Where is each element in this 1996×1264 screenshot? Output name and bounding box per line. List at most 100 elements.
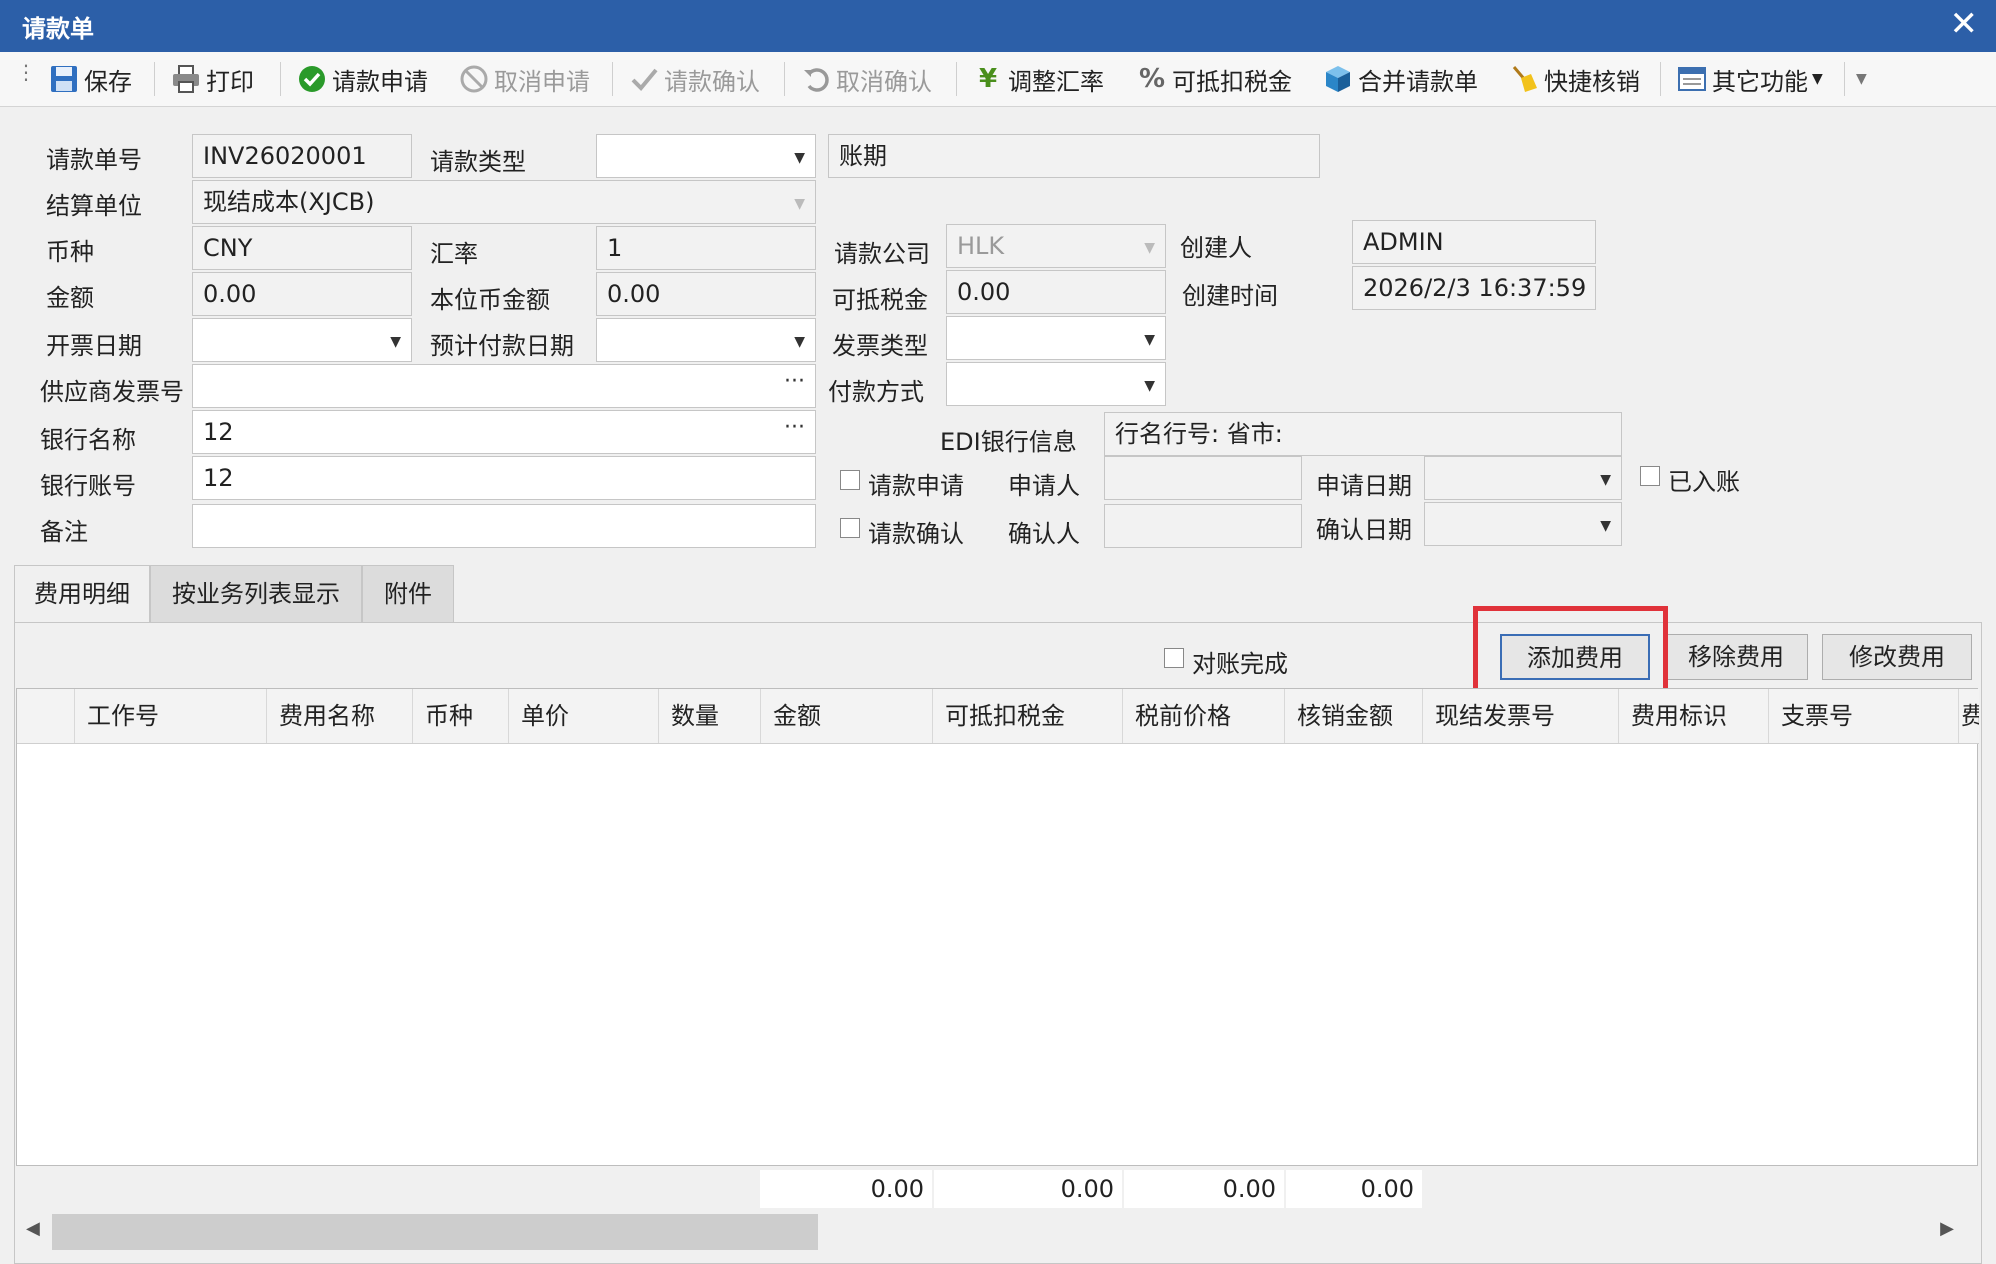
- apply-date-picker[interactable]: ▼: [1424, 456, 1622, 500]
- toolbar-separator: [612, 62, 613, 96]
- cube-icon: [1322, 63, 1354, 95]
- column-header[interactable]: 税前价格: [1123, 689, 1285, 743]
- expected-pay-date-label: 预计付款日期: [430, 332, 574, 360]
- company-value: HLK: [957, 232, 1005, 260]
- bank-name-field[interactable]: 12 ···: [192, 410, 816, 454]
- applicant-field[interactable]: [1104, 456, 1302, 500]
- settle-unit-label: 结算单位: [46, 192, 142, 220]
- add-fee-button[interactable]: 添加费用: [1500, 634, 1650, 680]
- other-functions-menu[interactable]: 其它功能 ▼: [1676, 58, 1823, 100]
- currency-label: 币种: [46, 238, 94, 266]
- close-icon[interactable]: ✕: [1950, 4, 1979, 44]
- column-header[interactable]: 工作号: [75, 689, 267, 743]
- edi-bank-label: EDI银行信息: [940, 428, 1077, 456]
- save-button[interactable]: 保存: [48, 58, 132, 100]
- deduct-tax-field[interactable]: 0.00: [946, 270, 1166, 314]
- local-amount-label: 本位币金额: [430, 286, 550, 314]
- quick-writeoff-button[interactable]: 快捷核销: [1508, 58, 1640, 100]
- creator-field[interactable]: ADMIN: [1352, 220, 1596, 264]
- ellipsis-icon[interactable]: ···: [784, 365, 805, 403]
- apply-checkbox[interactable]: [840, 470, 860, 490]
- posted-checkbox[interactable]: [1640, 466, 1660, 486]
- confirm-date-picker[interactable]: ▼: [1424, 502, 1622, 546]
- column-header[interactable]: 现结发票号: [1423, 689, 1619, 743]
- toolbar-overflow-chevron-icon[interactable]: ▼: [1856, 58, 1867, 100]
- scrollbar-thumb[interactable]: [52, 1214, 818, 1250]
- confirm-label: 请款确认: [664, 67, 760, 96]
- confirm-button[interactable]: 请款确认: [628, 58, 760, 100]
- deductible-tax-label: 可抵扣税金: [1172, 67, 1292, 96]
- invoice-no-field[interactable]: INV26020001: [192, 134, 412, 178]
- horizontal-scrollbar[interactable]: ◀ ▶: [16, 1212, 1978, 1252]
- ellipsis-icon[interactable]: ···: [784, 411, 805, 449]
- scroll-right-icon[interactable]: ▶: [1940, 1218, 1954, 1239]
- quick-writeoff-label: 快捷核销: [1544, 67, 1640, 96]
- request-form-window: 请款单 ✕ ⋮ 保存 打印 请款申请 取消申请 请款确认 取消确认 ¥ 调整汇率…: [0, 0, 1996, 1264]
- scroll-left-icon[interactable]: ◀: [26, 1218, 40, 1239]
- supplier-invoice-field[interactable]: ···: [192, 364, 816, 408]
- toolbar-separator: [154, 62, 155, 96]
- apply-date-label: 申请日期: [1316, 472, 1412, 500]
- deduct-tax-label: 可抵税金: [832, 286, 928, 314]
- amount-field[interactable]: 0.00: [192, 272, 412, 316]
- created-time-field[interactable]: 2026/2/3 16:37:59: [1352, 266, 1596, 310]
- column-header[interactable]: 支票号: [1769, 689, 1959, 743]
- deductible-tax-button[interactable]: % 可抵扣税金: [1136, 58, 1292, 100]
- fee-grid[interactable]: 工作号 费用名称 币种 单价 数量 金额 可抵扣税金 税前价格 核销金额 现结发…: [16, 688, 1979, 1166]
- tab-fee-details[interactable]: 费用明细: [14, 565, 150, 625]
- tab-attachments[interactable]: 附件: [362, 565, 454, 623]
- column-header[interactable]: 费用名称: [267, 689, 413, 743]
- supplier-invoice-label: 供应商发票号: [40, 378, 184, 406]
- title-bar: 请款单 ✕: [0, 0, 1996, 52]
- total-deductible-tax: 0.00: [934, 1170, 1122, 1208]
- edi-bank-field[interactable]: 行名行号: 省市:: [1104, 412, 1622, 456]
- column-header[interactable]: 数量: [659, 689, 761, 743]
- cancel-confirm-button[interactable]: 取消确认: [800, 58, 932, 100]
- reconciled-checkbox[interactable]: [1164, 648, 1184, 668]
- cancel-apply-button[interactable]: 取消申请: [458, 58, 590, 100]
- invoice-type-select[interactable]: ▼: [946, 316, 1166, 360]
- column-header[interactable]: 核销金额: [1285, 689, 1423, 743]
- adjust-rate-button[interactable]: ¥ 调整汇率: [972, 58, 1104, 100]
- invoice-date-picker[interactable]: ▼: [192, 318, 412, 362]
- column-header[interactable]: 单价: [509, 689, 659, 743]
- term-field[interactable]: 账期: [828, 134, 1320, 178]
- edit-fee-button[interactable]: 修改费用: [1822, 634, 1972, 680]
- applicant-label: 申请人: [1008, 472, 1080, 500]
- merge-button[interactable]: 合并请款单: [1322, 58, 1478, 100]
- bank-name-label: 银行名称: [40, 426, 136, 454]
- currency-field[interactable]: CNY: [192, 226, 412, 270]
- posted-label: 已入账: [1668, 468, 1740, 496]
- row-indicator-header: [17, 689, 75, 743]
- exchange-rate-field[interactable]: 1: [596, 226, 816, 270]
- creator-label: 创建人: [1180, 234, 1252, 262]
- column-header[interactable]: 费: [1959, 689, 1979, 743]
- pay-method-select[interactable]: ▼: [946, 362, 1166, 406]
- local-amount-field[interactable]: 0.00: [596, 272, 816, 316]
- invoice-date-label: 开票日期: [46, 332, 142, 360]
- column-header[interactable]: 可抵扣税金: [933, 689, 1123, 743]
- column-header[interactable]: 金额: [761, 689, 933, 743]
- print-button[interactable]: 打印: [170, 58, 254, 100]
- settle-unit-value: 现结成本(XJCB): [203, 188, 375, 216]
- apply-label: 请款申请: [332, 67, 428, 96]
- apply-button[interactable]: 请款申请: [296, 58, 428, 100]
- bank-account-field[interactable]: 12: [192, 456, 816, 500]
- chevron-down-icon: ▼: [794, 334, 805, 350]
- grid-header: 工作号 费用名称 币种 单价 数量 金额 可抵扣税金 税前价格 核销金额 现结发…: [17, 689, 1979, 744]
- chevron-down-icon: ▼: [794, 150, 805, 166]
- expected-pay-date-picker[interactable]: ▼: [596, 318, 816, 362]
- company-select[interactable]: HLK ▼: [946, 224, 1166, 268]
- settle-unit-select[interactable]: 现结成本(XJCB) ▼: [192, 180, 816, 224]
- chevron-down-icon: ▼: [794, 196, 805, 212]
- remark-field[interactable]: [192, 504, 816, 548]
- confirm-checkbox[interactable]: [840, 518, 860, 538]
- request-type-select[interactable]: ▼: [596, 134, 816, 178]
- tab-business-list[interactable]: 按业务列表显示: [150, 565, 362, 623]
- toolbar-grip-icon[interactable]: ⋮: [16, 62, 36, 82]
- remove-fee-button[interactable]: 移除费用: [1664, 634, 1808, 680]
- confirmer-field[interactable]: [1104, 504, 1302, 548]
- exchange-rate-label: 汇率: [430, 240, 478, 268]
- column-header[interactable]: 费用标识: [1619, 689, 1769, 743]
- column-header[interactable]: 币种: [413, 689, 509, 743]
